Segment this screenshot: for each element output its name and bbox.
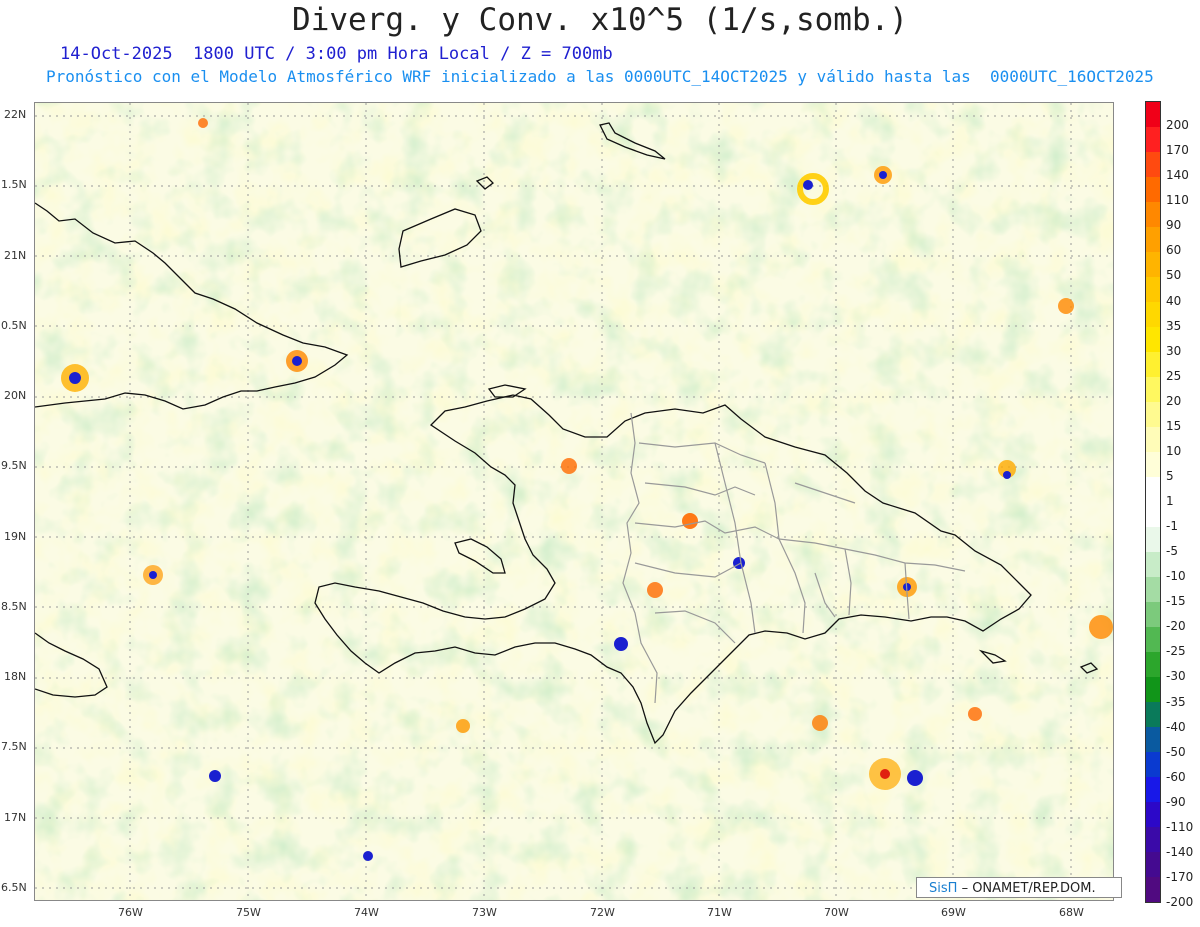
colorbar-label: 110: [1166, 193, 1189, 208]
colorbar-segment: [1146, 652, 1160, 677]
colorbar-label: 25: [1166, 368, 1182, 383]
lat-label: 17N: [4, 811, 27, 824]
colorbar-segment: [1146, 352, 1160, 377]
colorbar-segment: [1146, 802, 1160, 827]
colorbar-label: 5: [1166, 468, 1174, 483]
colorbar-segment: [1146, 677, 1160, 702]
colorbar-segment: [1146, 102, 1160, 127]
colorbar-label: -110: [1166, 819, 1194, 834]
colorbar-label: 200: [1166, 118, 1189, 133]
colorbar-label: 50: [1166, 268, 1182, 283]
colorbar-label: -10: [1166, 569, 1186, 584]
colorbar-label: -170: [1166, 869, 1194, 884]
colorbar-segment: [1146, 577, 1160, 602]
colorbar-segment: [1146, 377, 1160, 402]
map-canvas: [35, 103, 1113, 900]
chart-title: Diverg. y Conv. x10^5 (1/s,somb.): [292, 2, 908, 38]
colorbar-segment: [1146, 252, 1160, 277]
colorbar-label: -140: [1166, 844, 1194, 859]
colorbar-label: -30: [1166, 669, 1186, 684]
lon-label: 71W: [707, 906, 732, 919]
lat-label: 22N: [4, 108, 27, 121]
colorbar-segment: [1146, 127, 1160, 152]
colorbar-segment: [1146, 552, 1160, 577]
colorbar-segment: [1146, 852, 1160, 877]
colorbar-segment: [1146, 477, 1160, 502]
lon-label: 74W: [354, 906, 379, 919]
colorbar-segment: [1146, 202, 1160, 227]
colorbar-label: -35: [1166, 694, 1186, 709]
convergence-field: [35, 103, 1113, 900]
credit-box: SisΠ – ONAMET/REP.DOM.: [916, 877, 1122, 898]
colorbar-label: -40: [1166, 719, 1186, 734]
colorbar-label: 15: [1166, 418, 1182, 433]
brand-logo: SisΠ: [929, 881, 958, 896]
colorbar-label: 170: [1166, 143, 1189, 158]
colorbar-segment: [1146, 452, 1160, 477]
lat-label: 0.5N: [1, 319, 27, 332]
colorbar-segment: [1146, 427, 1160, 452]
colorbar-label: 90: [1166, 218, 1182, 233]
colorbar-label: -90: [1166, 794, 1186, 809]
lon-label: 76W: [118, 906, 143, 919]
model-line: Pronóstico con el Modelo Atmosférico WRF…: [46, 67, 1154, 86]
lon-label: 72W: [590, 906, 615, 919]
lon-label: 75W: [236, 906, 261, 919]
colorbar-segment: [1146, 227, 1160, 252]
credit-text: – ONAMET/REP.DOM.: [961, 881, 1096, 896]
colorbar-segment: [1146, 502, 1160, 527]
colorbar-segment: [1146, 152, 1160, 177]
colorbar-label: 35: [1166, 318, 1182, 333]
colorbar-segment: [1146, 402, 1160, 427]
colorbar-label: 140: [1166, 168, 1189, 183]
lat-label: 20N: [4, 389, 27, 402]
lat-label: 18N: [4, 670, 27, 683]
colorbar-segment: [1146, 827, 1160, 852]
colorbar-label: 20: [1166, 393, 1182, 408]
colorbar-segment: [1146, 302, 1160, 327]
colorbar-segment: [1146, 777, 1160, 802]
colorbar-segment: [1146, 327, 1160, 352]
colorbar-label: -60: [1166, 769, 1186, 784]
lon-label: 70W: [824, 906, 849, 919]
lon-label: 73W: [472, 906, 497, 919]
colorbar-segment: [1146, 177, 1160, 202]
lat-label: 19N: [4, 530, 27, 543]
lat-label: 6.5N: [1, 881, 27, 894]
lon-label: 68W: [1059, 906, 1084, 919]
lat-label: 7.5N: [1, 740, 27, 753]
colorbar-label: -5: [1166, 544, 1178, 559]
date-line: 14-Oct-2025 1800 UTC / 3:00 pm Hora Loca…: [60, 44, 613, 64]
page: Diverg. y Conv. x10^5 (1/s,somb.) 14-Oct…: [0, 0, 1200, 927]
lon-label: 69W: [941, 906, 966, 919]
lat-label: 9.5N: [1, 459, 27, 472]
colorbar-segment: [1146, 277, 1160, 302]
colorbar-label: 40: [1166, 293, 1182, 308]
colorbar-label: 10: [1166, 443, 1182, 458]
lat-label: 21N: [4, 249, 27, 262]
colorbar-segment: [1146, 527, 1160, 552]
colorbar-segment: [1146, 627, 1160, 652]
colorbar-segment: [1146, 727, 1160, 752]
colorbar-segment: [1146, 752, 1160, 777]
colorbar-segment: [1146, 877, 1160, 902]
colorbar-label: -200: [1166, 895, 1194, 909]
colorbar-label: 1: [1166, 494, 1174, 508]
colorbar-label: -1: [1166, 519, 1178, 534]
colorbar: [1145, 101, 1161, 903]
map-panel: [34, 102, 1114, 901]
lat-label: 8.5N: [1, 600, 27, 613]
colorbar-label: -50: [1166, 744, 1186, 759]
colorbar-label: 30: [1166, 343, 1182, 358]
colorbar-label: -25: [1166, 644, 1186, 659]
colorbar-label: -20: [1166, 619, 1186, 634]
colorbar-label: 60: [1166, 243, 1182, 258]
colorbar-segment: [1146, 602, 1160, 627]
lat-label: 1.5N: [1, 178, 27, 191]
colorbar-label: -15: [1166, 594, 1186, 609]
colorbar-segment: [1146, 702, 1160, 727]
